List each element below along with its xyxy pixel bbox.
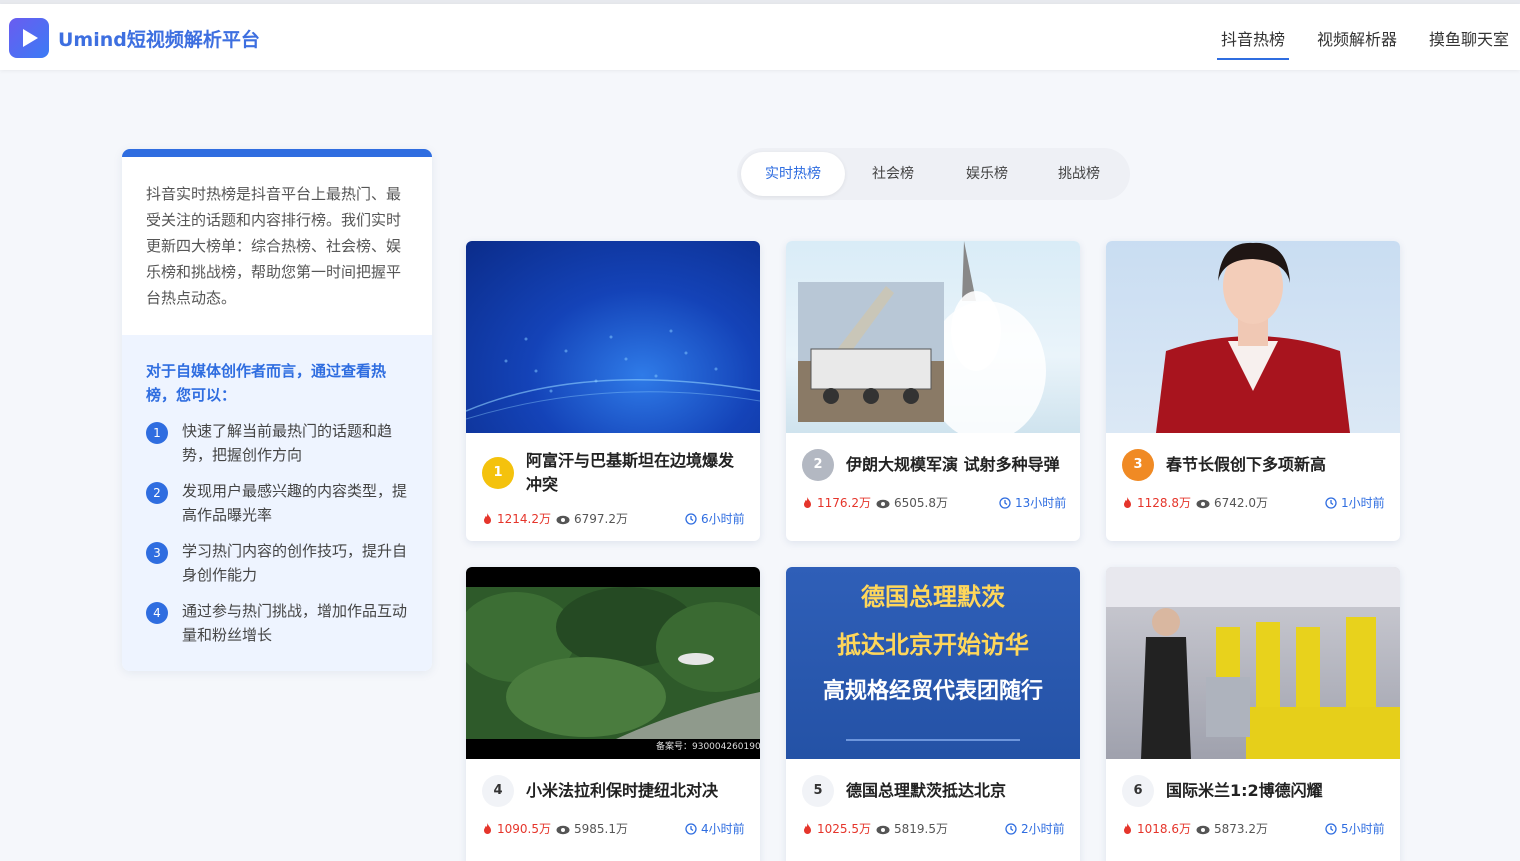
video-watermark: 备案号：9300042601900: [656, 742, 760, 752]
clock-icon: [685, 823, 697, 835]
headline-line-3: 高规格经贸代表团随行: [822, 679, 1043, 704]
tip-number: 3: [146, 542, 168, 564]
card-thumbnail[interactable]: [1106, 567, 1400, 759]
time-ago: 5小时前: [1325, 820, 1385, 837]
rank-badge: 2: [802, 449, 834, 481]
hot-card[interactable]: 2 伊朗大规模军演 试射多种导弹 1176.2万 6505.8万 13小时前: [786, 241, 1080, 541]
tip-text: 通过参与热门挑战，增加作品互动量和粉丝增长: [182, 602, 408, 644]
view-count: 6797.2万: [556, 510, 628, 527]
hot-card[interactable]: 1 阿富汗与巴基斯坦在边境爆发冲突 1214.2万 6797.2万 6小时前: [466, 241, 760, 541]
hot-count: 1018.6万: [1122, 820, 1191, 837]
tip-number: 4: [146, 602, 168, 624]
view-count: 5985.1万: [556, 820, 628, 837]
rank-badge: 4: [482, 775, 514, 807]
fire-icon: [484, 513, 491, 524]
view-count: 5819.5万: [876, 820, 948, 837]
creator-tips-box: 对于自媒体创作者而言，通过查看热榜，您可以： 1 快速了解当前最热门的话题和趋势…: [122, 335, 432, 671]
card-thumbnail[interactable]: 德国总理默茨 抵达北京开始访华 高规格经贸代表团随行: [786, 567, 1080, 759]
card-title[interactable]: 伊朗大规模军演 试射多种导弹: [846, 453, 1068, 477]
play-icon[interactable]: [9, 18, 49, 58]
headline-line-2: 抵达北京开始访华: [837, 631, 1029, 659]
eye-icon: [1196, 499, 1210, 509]
rank-badge: 3: [1122, 449, 1154, 481]
eye-icon: [556, 825, 570, 835]
card-title[interactable]: 阿富汗与巴基斯坦在边境爆发冲突: [526, 449, 748, 497]
card-thumbnail[interactable]: [786, 241, 1080, 433]
header: Umind短视频解析平台 抖音热榜 视频解析器 摸鱼聊天室: [0, 4, 1520, 70]
card-title[interactable]: 小米法拉利保时捷纽北对决: [526, 779, 748, 803]
view-count: 5873.2万: [1196, 820, 1268, 837]
tab-entertainment[interactable]: 娱乐榜: [941, 152, 1033, 196]
nav-active-underline: [1217, 58, 1289, 60]
nav-video-parser[interactable]: 视频解析器: [1317, 26, 1397, 50]
clock-icon: [1005, 823, 1017, 835]
hot-count: 1176.2万: [802, 494, 871, 511]
panel-accent-bar: [122, 149, 432, 157]
clock-icon: [1325, 497, 1337, 509]
time-ago: 6小时前: [685, 510, 745, 527]
headline-line-1: 德国总理默茨: [861, 583, 1005, 611]
clock-icon: [685, 513, 697, 525]
view-count: 6505.8万: [876, 494, 948, 511]
fire-icon: [804, 823, 811, 834]
hot-card[interactable]: 德国总理默茨 抵达北京开始访华 高规格经贸代表团随行 5 德国总理默茨抵达北京 …: [786, 567, 1080, 861]
tip-text: 快速了解当前最热门的话题和趋势，把握创作方向: [182, 422, 393, 464]
eye-icon: [876, 499, 890, 509]
tab-society[interactable]: 社会榜: [845, 152, 941, 196]
hot-count: 1214.2万: [482, 510, 551, 527]
tip-number: 2: [146, 482, 168, 504]
rank-badge: 5: [802, 775, 834, 807]
card-thumbnail[interactable]: [466, 241, 760, 433]
hot-count: 1128.8万: [1122, 494, 1191, 511]
nav-douyin-hot[interactable]: 抖音热榜: [1221, 26, 1285, 50]
brand-title[interactable]: Umind短视频解析平台: [58, 25, 260, 52]
hot-card[interactable]: 3 春节长假创下多项新高 1128.8万 6742.0万 1小时前: [1106, 241, 1400, 541]
fire-icon: [1124, 497, 1131, 508]
card-thumbnail[interactable]: [1106, 241, 1400, 433]
hot-card[interactable]: 备案号：9300042601900 4 小米法拉利保时捷纽北对决 1090.5万…: [466, 567, 760, 861]
clock-icon: [999, 497, 1011, 509]
hot-card[interactable]: 6 国际米兰1:2博德闪耀 1018.6万 5873.2万 5小时前: [1106, 567, 1400, 861]
tip-text: 发现用户最感兴趣的内容类型，提高作品曝光率: [182, 482, 408, 524]
info-panel: 抖音实时热榜是抖音平台上最热门、最受关注的话题和内容排行榜。我们实时更新四大榜单…: [122, 149, 432, 671]
tab-challenge[interactable]: 挑战榜: [1033, 152, 1125, 196]
tip-text: 学习热门内容的创作技巧，提升自身创作能力: [182, 542, 408, 584]
card-thumbnail[interactable]: 备案号：9300042601900: [466, 567, 760, 759]
board-tabs: 实时热榜 社会榜 娱乐榜 挑战榜: [737, 148, 1130, 200]
card-title[interactable]: 德国总理默茨抵达北京: [846, 779, 1068, 803]
hot-count: 1090.5万: [482, 820, 551, 837]
time-ago: 2小时前: [1005, 820, 1065, 837]
card-title[interactable]: 国际米兰1:2博德闪耀: [1166, 779, 1388, 803]
rank-badge: 1: [482, 457, 514, 489]
headline-divider: [846, 739, 1020, 741]
time-ago: 4小时前: [685, 820, 745, 837]
panel-intro: 抖音实时热榜是抖音平台上最热门、最受关注的话题和内容排行榜。我们实时更新四大榜单…: [146, 185, 402, 307]
card-title[interactable]: 春节长假创下多项新高: [1166, 453, 1388, 477]
time-ago: 1小时前: [1325, 494, 1385, 511]
tab-realtime[interactable]: 实时热榜: [741, 152, 845, 196]
fire-icon: [804, 497, 811, 508]
eye-icon: [556, 515, 570, 525]
rank-badge: 6: [1122, 775, 1154, 807]
tips-heading: 对于自媒体创作者而言，通过查看热榜，您可以：: [146, 362, 387, 404]
clock-icon: [1325, 823, 1337, 835]
view-count: 6742.0万: [1196, 494, 1268, 511]
eye-icon: [1196, 825, 1210, 835]
time-ago: 13小时前: [999, 494, 1066, 511]
fire-icon: [1124, 823, 1131, 834]
tip-number: 1: [146, 422, 168, 444]
fire-icon: [484, 823, 491, 834]
nav-chatroom[interactable]: 摸鱼聊天室: [1429, 26, 1509, 50]
eye-icon: [876, 825, 890, 835]
hot-count: 1025.5万: [802, 820, 871, 837]
